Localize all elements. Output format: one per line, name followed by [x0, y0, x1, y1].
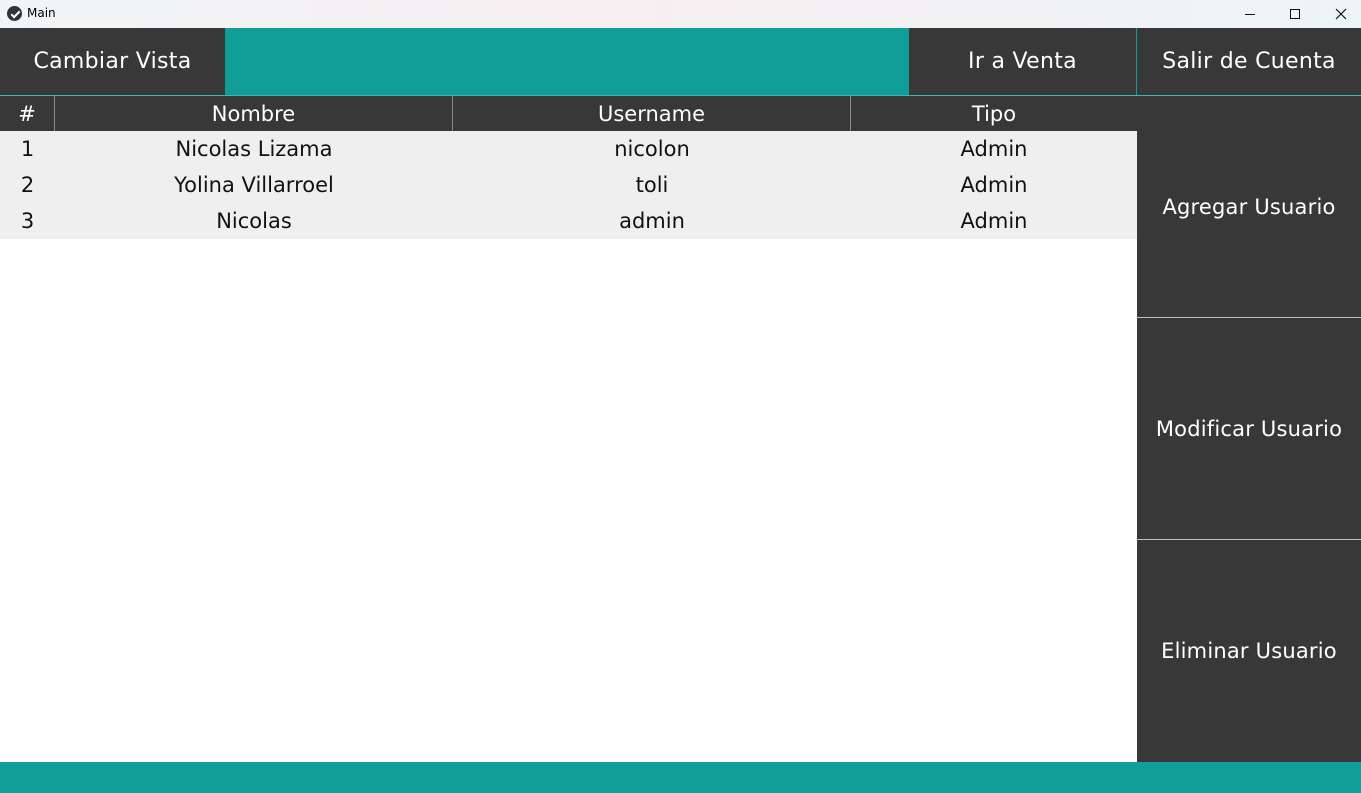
maximize-button[interactable]: [1272, 0, 1318, 28]
side-panel: Agregar Usuario Modificar Usuario Elimin…: [1137, 96, 1361, 762]
agregar-usuario-button[interactable]: Agregar Usuario: [1137, 96, 1361, 317]
header-tipo[interactable]: Tipo: [851, 96, 1137, 131]
ir-a-venta-button[interactable]: Ir a Venta: [909, 28, 1136, 95]
cell-number: 1: [20, 137, 35, 161]
close-icon: [1335, 8, 1347, 20]
cell-username: nicolon: [614, 137, 690, 161]
app-logo-icon: [7, 6, 22, 21]
salir-de-cuenta-button[interactable]: Salir de Cuenta: [1137, 28, 1361, 95]
maximize-icon: [1290, 9, 1300, 19]
cell-username: toli: [635, 173, 669, 197]
header-username[interactable]: Username: [453, 96, 851, 131]
cell-nombre: Yolina Villarroel: [174, 173, 334, 197]
table-row[interactable]: 2 Yolina Villarroel toli Admin: [0, 167, 1137, 203]
cell-nombre: Nicolas: [216, 209, 292, 233]
cell-number: 3: [20, 209, 35, 233]
cell-number: 2: [20, 173, 35, 197]
bottom-bar: [0, 762, 1361, 793]
cell-tipo: Admin: [960, 137, 1028, 161]
close-button[interactable]: [1318, 0, 1361, 28]
cell-nombre: Nicolas Lizama: [175, 137, 333, 161]
header-number[interactable]: #: [0, 96, 55, 131]
table-row[interactable]: 3 Nicolas admin Admin: [0, 203, 1137, 239]
table-body: 1 Nicolas Lizama nicolon Admin 2 Yolina …: [0, 131, 1137, 239]
table-header: # Nombre Username Tipo: [0, 96, 1137, 131]
header-nombre[interactable]: Nombre: [55, 96, 453, 131]
title-bar: Main: [0, 0, 1361, 28]
cambiar-vista-button[interactable]: Cambiar Vista: [0, 28, 225, 95]
table-row[interactable]: 1 Nicolas Lizama nicolon Admin: [0, 131, 1137, 167]
eliminar-usuario-button[interactable]: Eliminar Usuario: [1137, 540, 1361, 762]
cell-tipo: Admin: [960, 173, 1028, 197]
modificar-usuario-button[interactable]: Modificar Usuario: [1137, 318, 1361, 539]
minimize-icon: [1245, 13, 1255, 15]
top-bar: Cambiar Vista Ir a Venta Salir de Cuenta: [0, 28, 1361, 95]
cell-tipo: Admin: [960, 209, 1028, 233]
users-table: # Nombre Username Tipo 1 Nicolas Lizama …: [0, 96, 1137, 239]
window-title: Main: [27, 6, 56, 20]
cell-username: admin: [619, 209, 685, 233]
minimize-button[interactable]: [1227, 0, 1273, 28]
